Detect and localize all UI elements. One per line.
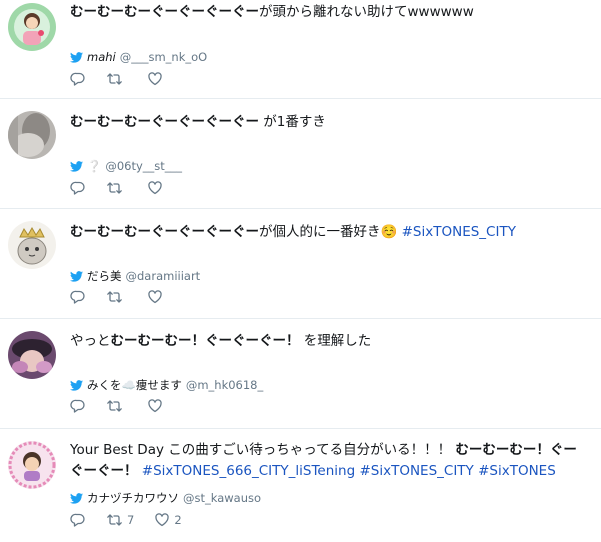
- retweet-button[interactable]: 7: [106, 512, 134, 528]
- author-handle[interactable]: @daramiiiart: [126, 269, 201, 283]
- tweet-author[interactable]: mahi @___sm_nk_oO: [70, 50, 207, 64]
- reply-icon: [70, 290, 85, 304]
- tweet-card[interactable]: むーむーむーぐーぐーぐーぐー が1番すき ❔ @06ty__st___: [0, 99, 601, 208]
- retweet-icon: [107, 182, 122, 194]
- author-handle[interactable]: @st_kawauso: [183, 491, 261, 505]
- retweet-count: 7: [127, 513, 135, 527]
- tweet-author[interactable]: カナヅチカワウソ @st_kawauso: [70, 490, 261, 506]
- author-handle[interactable]: @06ty__st___: [105, 159, 182, 173]
- reply-icon: [70, 72, 85, 86]
- reply-icon: [70, 513, 85, 527]
- twitter-bird-icon: [70, 160, 83, 172]
- like-button[interactable]: [147, 289, 167, 305]
- like-button[interactable]: [147, 71, 167, 87]
- author-name[interactable]: mahi: [87, 50, 116, 64]
- tweet-actions: [70, 289, 187, 305]
- reply-button[interactable]: [70, 289, 86, 305]
- retweet-icon: [107, 73, 122, 85]
- author-name[interactable]: ❔: [87, 159, 101, 173]
- tweet-text: Your Best Day この曲すごい待っちゃってる自分がいる！！！ むーむー…: [70, 442, 577, 479]
- tweet-actions: [70, 398, 187, 414]
- avatar[interactable]: [8, 3, 56, 51]
- reply-icon: [70, 181, 85, 195]
- retweet-button[interactable]: [106, 180, 127, 196]
- hashtag[interactable]: #SixTONES_CITY: [402, 224, 516, 240]
- heart-icon: [148, 181, 162, 195]
- reply-button[interactable]: [70, 180, 86, 196]
- twitter-bird-icon: [70, 270, 83, 282]
- reply-button[interactable]: [70, 512, 86, 528]
- tweet-body: むーむーむーぐーぐーぐーぐー が1番すき: [70, 112, 589, 133]
- tweet-actions: [70, 180, 187, 196]
- reply-button[interactable]: [70, 71, 86, 87]
- avatar[interactable]: [8, 221, 56, 269]
- author-handle[interactable]: @___sm_nk_oO: [120, 50, 207, 64]
- hashtag[interactable]: #SixTONES_666_CITY_liSTening #SixTONES_C…: [142, 463, 556, 479]
- tweet-text: やっとむーむーむー！ぐーぐーぐー！ を理解した: [70, 333, 372, 349]
- tweet-author[interactable]: ❔ @06ty__st___: [70, 159, 182, 173]
- heart-icon: [148, 290, 162, 304]
- like-count: 2: [174, 513, 182, 527]
- reply-button[interactable]: [70, 398, 86, 414]
- tweet-card[interactable]: Your Best Day この曲すごい待っちゃってる自分がいる！！！ むーむー…: [0, 429, 601, 542]
- avatar[interactable]: [8, 441, 56, 489]
- tweet-author[interactable]: みくを☁️痩せます @m_hk0618_: [70, 377, 263, 393]
- tweet-actions: 7 2: [70, 512, 202, 528]
- tweet-feed: むーむーむーぐーぐーぐーぐーが頭から離れない助けてwwwwww mahi @__…: [0, 0, 601, 542]
- retweet-button[interactable]: [106, 289, 127, 305]
- like-button[interactable]: [147, 398, 167, 414]
- retweet-button[interactable]: [106, 398, 127, 414]
- retweet-icon: [107, 291, 122, 303]
- author-name[interactable]: みくを☁️痩せます: [87, 377, 182, 393]
- tweet-body: やっとむーむーむー！ぐーぐーぐー！ を理解した: [70, 331, 589, 352]
- tweet-body: むーむーむーぐーぐーぐーぐーが個人的に一番好き☺️ #SixTONES_CITY: [70, 222, 589, 243]
- author-name[interactable]: だら美: [87, 268, 122, 284]
- twitter-bird-icon: [70, 379, 83, 391]
- tweet-text: むーむーむーぐーぐーぐーぐーが個人的に一番好き☺️ #SixTONES_CITY: [70, 224, 516, 240]
- author-name[interactable]: カナヅチカワウソ: [87, 490, 179, 506]
- heart-icon: [155, 513, 170, 527]
- heart-icon: [148, 399, 162, 413]
- reply-icon: [70, 399, 85, 413]
- twitter-bird-icon: [70, 492, 83, 504]
- author-handle[interactable]: @m_hk0618_: [186, 378, 263, 392]
- heart-icon: [148, 72, 162, 86]
- tweet-card[interactable]: やっとむーむーむー！ぐーぐーぐー！ を理解した みくを☁️痩せます @m_hk0…: [0, 319, 601, 428]
- retweet-icon: [107, 514, 122, 526]
- tweet-body: Your Best Day この曲すごい待っちゃってる自分がいる！！！ むーむー…: [70, 440, 589, 482]
- tweet-actions: [70, 71, 187, 87]
- tweet-text: むーむーむーぐーぐーぐーぐーが頭から離れない助けてwwwwww: [70, 4, 474, 20]
- tweet-card[interactable]: むーむーむーぐーぐーぐーぐーが個人的に一番好き☺️ #SixTONES_CITY…: [0, 209, 601, 318]
- tweet-text: むーむーむーぐーぐーぐーぐー が1番すき: [70, 114, 326, 130]
- tweet-body: むーむーむーぐーぐーぐーぐーが頭から離れない助けてwwwwww: [70, 2, 589, 23]
- avatar[interactable]: [8, 111, 56, 159]
- twitter-bird-icon: [70, 51, 83, 63]
- like-button[interactable]: [147, 180, 167, 196]
- tweet-card[interactable]: むーむーむーぐーぐーぐーぐーが頭から離れない助けてwwwwww mahi @__…: [0, 0, 601, 98]
- retweet-button[interactable]: [106, 71, 127, 87]
- like-button[interactable]: 2: [154, 512, 182, 528]
- tweet-author[interactable]: だら美 @daramiiiart: [70, 268, 200, 284]
- retweet-icon: [107, 400, 122, 412]
- avatar[interactable]: [8, 331, 56, 379]
